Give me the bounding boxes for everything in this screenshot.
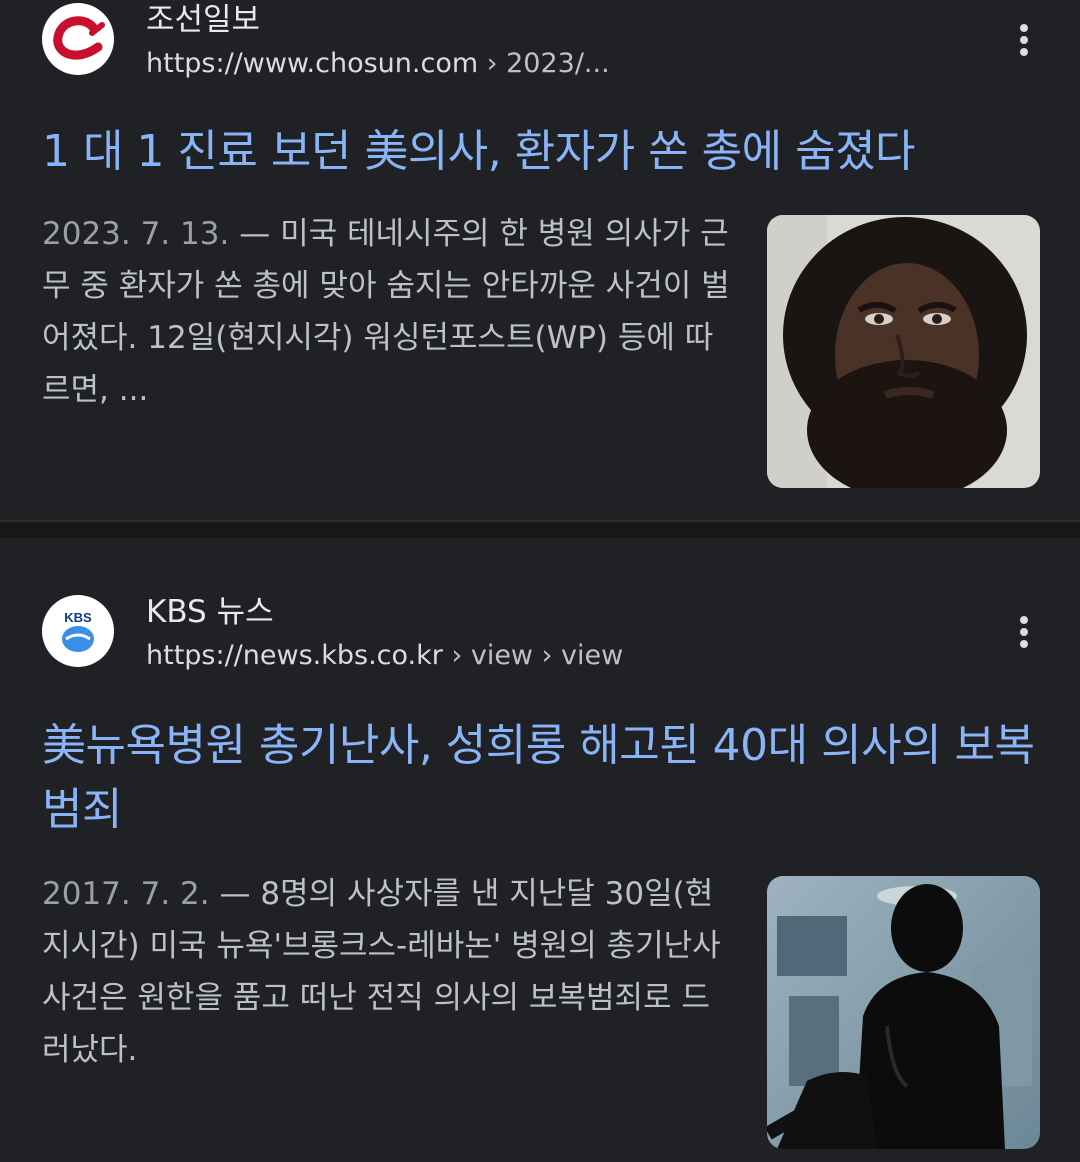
date-separator: —: [209, 876, 261, 912]
results-divider: [0, 520, 1080, 538]
source-name[interactable]: KBS 뉴스: [146, 586, 274, 631]
kbs-logo-icon[interactable]: KBS: [42, 595, 114, 667]
source-url[interactable]: https://www.chosun.com › 2023/...: [146, 48, 610, 79]
result-snippet: 2017. 7. 2. — 8명의 사상자를 낸 지난달 30일(현지시간) 미…: [42, 868, 732, 1076]
source-url[interactable]: https://news.kbs.co.kr › view › view: [146, 640, 623, 671]
mugshot-photo[interactable]: [767, 215, 1040, 488]
result-title-link[interactable]: 1 대 1 진료 보던 美의사, 환자가 쏜 총에 숨졌다: [42, 120, 1042, 184]
url-host: https://www.chosun.com: [146, 48, 479, 79]
source-name[interactable]: 조선일보: [146, 0, 260, 39]
result-title-link[interactable]: 美뉴욕병원 총기난사, 성희롱 해고된 40대 의사의 보복 범죄: [42, 714, 1042, 842]
result-date: 2023. 7. 13.: [42, 216, 230, 252]
date-separator: —: [229, 216, 281, 252]
search-result-card[interactable]: KBS KBS 뉴스 https://news.kbs.co.kr › view…: [0, 538, 1080, 1162]
url-path: › view › view: [442, 640, 624, 671]
chosun-logo-icon[interactable]: [42, 3, 114, 75]
url-path: › 2023/...: [478, 48, 610, 79]
doctor-silhouette-photo[interactable]: [767, 876, 1040, 1149]
more-options-icon[interactable]: [1004, 18, 1044, 62]
more-options-icon[interactable]: [1004, 610, 1044, 654]
result-date: 2017. 7. 2.: [42, 876, 210, 912]
url-host: https://news.kbs.co.kr: [146, 640, 443, 671]
kbs-logo-text: KBS: [64, 610, 92, 625]
result-snippet: 2023. 7. 13. — 미국 테네시주의 한 병원 의사가 근무 중 환자…: [42, 208, 732, 416]
search-result-card[interactable]: 조선일보 https://www.chosun.com › 2023/... 1…: [0, 0, 1080, 520]
